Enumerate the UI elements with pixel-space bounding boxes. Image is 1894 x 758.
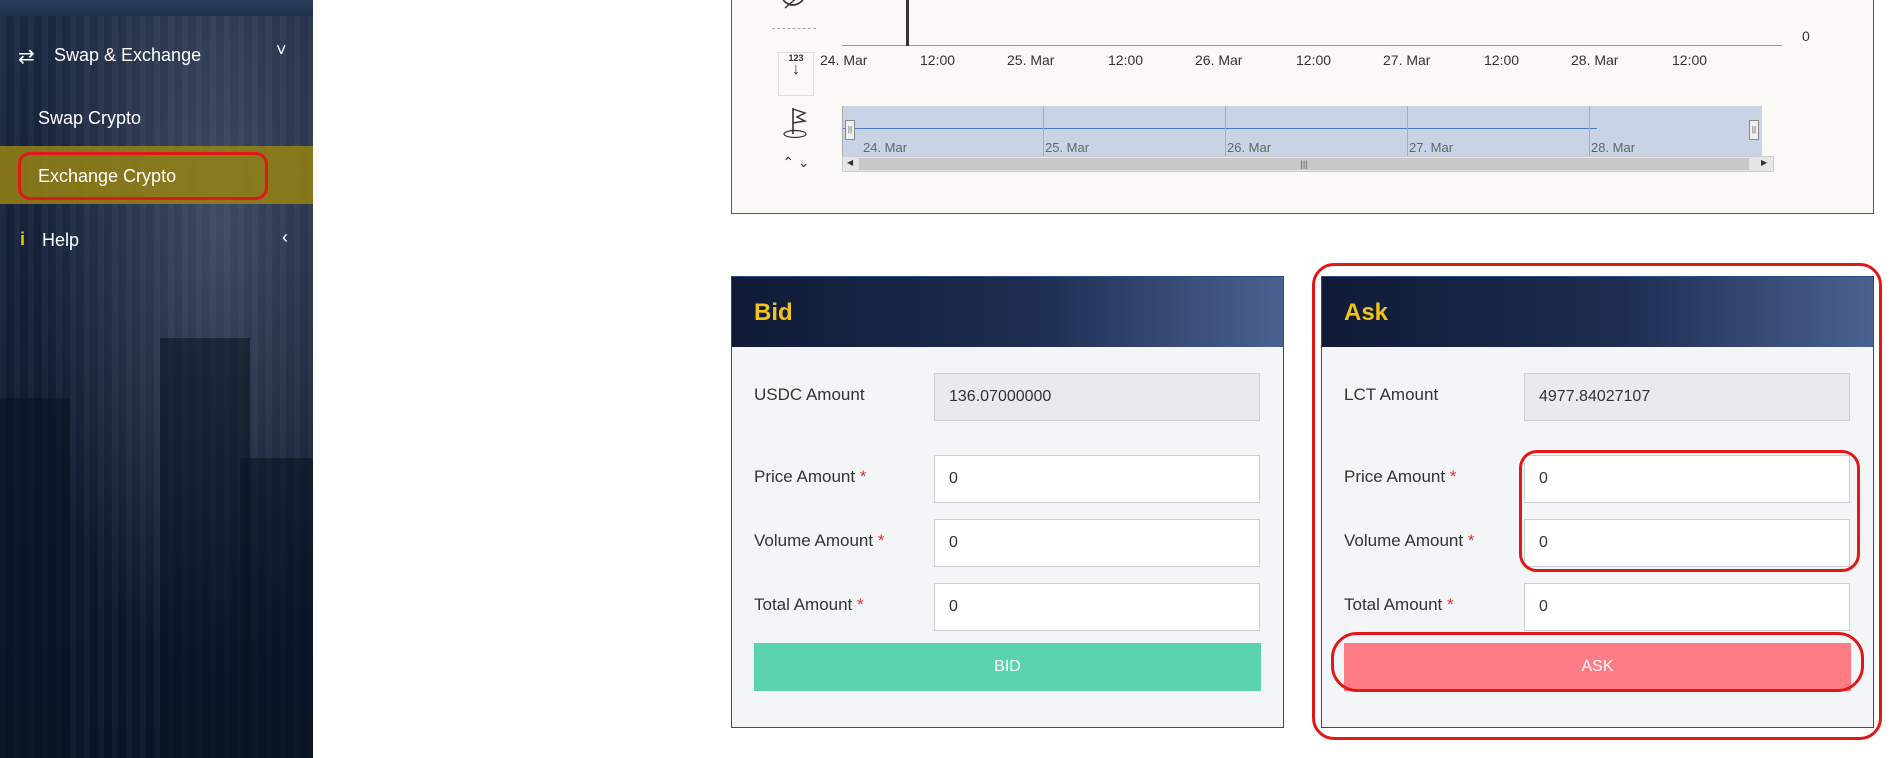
chevron-down-icon: ˅ [276,40,287,60]
navigator-label: 24. Mar [863,140,908,155]
field-label-text: Total Amount [754,595,853,614]
sidebar-item-label: Swap & Exchange [54,45,202,65]
field-label: USDC Amount [754,385,865,404]
navigator-left-handle[interactable]: || [845,120,855,140]
navigator-series-line [843,128,1597,129]
ask-button-highlight [1331,632,1864,692]
info-icon: i [20,229,26,249]
sidebar-topbar [0,0,313,16]
navigator-gridline [1589,106,1590,156]
x-axis-tick: 12:00 [1672,52,1708,68]
navigator-label: 28. Mar [1591,140,1636,155]
background-building [160,338,250,758]
scroll-right-icon[interactable]: ▶ [1761,158,1767,167]
chart-scrollbar[interactable]: ◀ ||| ▶ [842,156,1774,172]
scroll-left-icon[interactable]: ◀ [847,158,853,167]
bid-total-input[interactable] [934,583,1260,631]
bid-price-row: Price Amount * [754,451,1264,503]
chevron-left-icon: ‹ [282,227,288,247]
number-format-icon[interactable]: 123 ↓ [778,52,814,96]
hide-icon[interactable] [778,0,808,15]
field-label: Total Amount * [754,595,864,615]
background-building [0,398,70,758]
x-axis-tick: 25. Mar [1007,52,1055,68]
bid-card-header: Bid [732,277,1283,347]
bid-usdc-amount-row: USDC Amount [754,369,1264,421]
sidebar: ⇄ Swap & Exchange ˅ Swap Crypto Exchange… [0,0,313,758]
x-axis-tick: 28. Mar [1571,52,1619,68]
required-mark: * [859,467,867,486]
bid-price-input[interactable] [934,455,1260,503]
x-axis-tick: 12:00 [1296,52,1332,68]
navigator-gridline [1407,106,1408,156]
bid-total-row: Total Amount * [754,579,1264,631]
up-down-arrows-icon[interactable]: ⌃ ⌄ [774,154,818,171]
chart-navigator[interactable]: 24. Mar 25. Mar 26. Mar 27. Mar 28. Mar … [842,106,1762,156]
chart-bar [906,0,909,46]
sidebar-item-label: Exchange Crypto [38,166,177,186]
price-volume-highlight [1519,450,1860,572]
x-axis-tick: 27. Mar [1383,52,1431,68]
bid-button[interactable]: BID [754,643,1261,691]
x-axis-tick: 12:00 [1108,52,1144,68]
sidebar-item-help[interactable]: i Help ‹ [0,225,313,255]
sidebar-item-swap-crypto[interactable]: Swap Crypto [0,104,313,134]
arrows-exchange-icon: ⇄ [18,46,35,68]
navigator-right-handle[interactable]: || [1749,120,1759,140]
bid-volume-row: Volume Amount * [754,515,1264,567]
navigator-label: 25. Mar [1045,140,1090,155]
x-axis-tick: 24. Mar [820,52,868,68]
divider [772,28,816,29]
bid-card-title: Bid [754,299,793,326]
sidebar-item-swap-exchange[interactable]: ⇄ Swap & Exchange ˅ [0,36,313,74]
chart-panel: 123 ↓ ⌃ ⌄ 0 24. Mar 12:00 25. Mar 12:00 … [731,0,1874,214]
bid-volume-input[interactable] [934,519,1260,567]
navigator-label: 26. Mar [1227,140,1272,155]
x-axis-tick: 12:00 [1484,52,1520,68]
flag-icon[interactable] [778,104,814,146]
field-label-text: Volume Amount [754,531,874,550]
usdc-amount-field[interactable] [934,373,1260,421]
x-axis-tick: 12:00 [920,52,956,68]
x-axis-tick: 26. Mar [1195,52,1243,68]
y-axis-tick: 0 [1802,28,1810,44]
navigator-gridline [1225,106,1226,156]
required-mark: * [857,595,864,614]
chart-plot-area [842,0,1782,46]
sidebar-item-exchange-crypto[interactable]: Exchange Crypto [0,146,313,204]
bid-card: Bid USDC Amount Price Amount * Volume Am… [731,276,1284,728]
navigator-gridline [1043,106,1044,156]
field-label: Volume Amount * [754,531,884,551]
required-mark: * [877,531,885,550]
sidebar-item-label: Swap Crypto [38,108,142,128]
sidebar-item-label: Help [42,230,80,250]
scroll-thumb[interactable]: ||| [859,158,1749,170]
field-label: Price Amount * [754,467,866,487]
background-building [240,458,313,758]
field-label-text: Price Amount [754,467,856,486]
navigator-label: 27. Mar [1409,140,1454,155]
